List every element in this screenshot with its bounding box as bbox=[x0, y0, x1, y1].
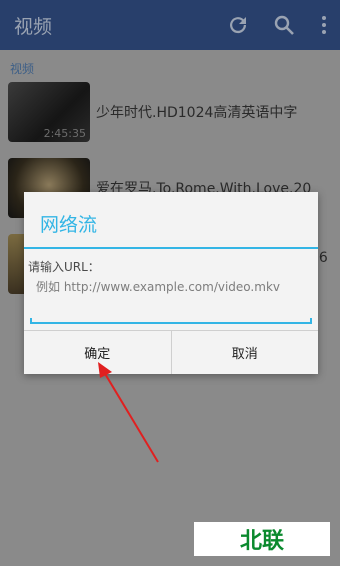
dialog-button-bar: 确定 取消 bbox=[24, 330, 318, 374]
more-vert-icon[interactable] bbox=[312, 13, 336, 37]
search-icon[interactable] bbox=[272, 13, 296, 37]
confirm-button[interactable]: 确定 bbox=[24, 331, 171, 374]
url-input[interactable] bbox=[30, 272, 312, 324]
video-duration: 2:45:35 bbox=[43, 127, 86, 140]
app-title: 视频 bbox=[14, 16, 53, 38]
title-divider bbox=[24, 247, 318, 249]
network-stream-dialog: 网络流 请输入URL： 确定 取消 bbox=[24, 192, 318, 374]
watermark-logo: 北联 bbox=[194, 522, 330, 556]
video-list-item[interactable]: 2:45:35 少年时代.HD1024高清英语中字 bbox=[0, 82, 340, 152]
video-title: 少年时代.HD1024高清英语中字 bbox=[96, 105, 298, 121]
app-bar: 视频 bbox=[0, 0, 340, 50]
url-input-underline bbox=[30, 318, 312, 324]
cancel-button[interactable]: 取消 bbox=[170, 331, 319, 374]
video-thumbnail: 2:45:35 bbox=[8, 82, 90, 142]
url-field[interactable] bbox=[30, 272, 312, 324]
section-header: 视频 bbox=[10, 62, 35, 76]
refresh-icon[interactable] bbox=[226, 13, 250, 37]
dialog-title: 网络流 bbox=[40, 214, 98, 236]
